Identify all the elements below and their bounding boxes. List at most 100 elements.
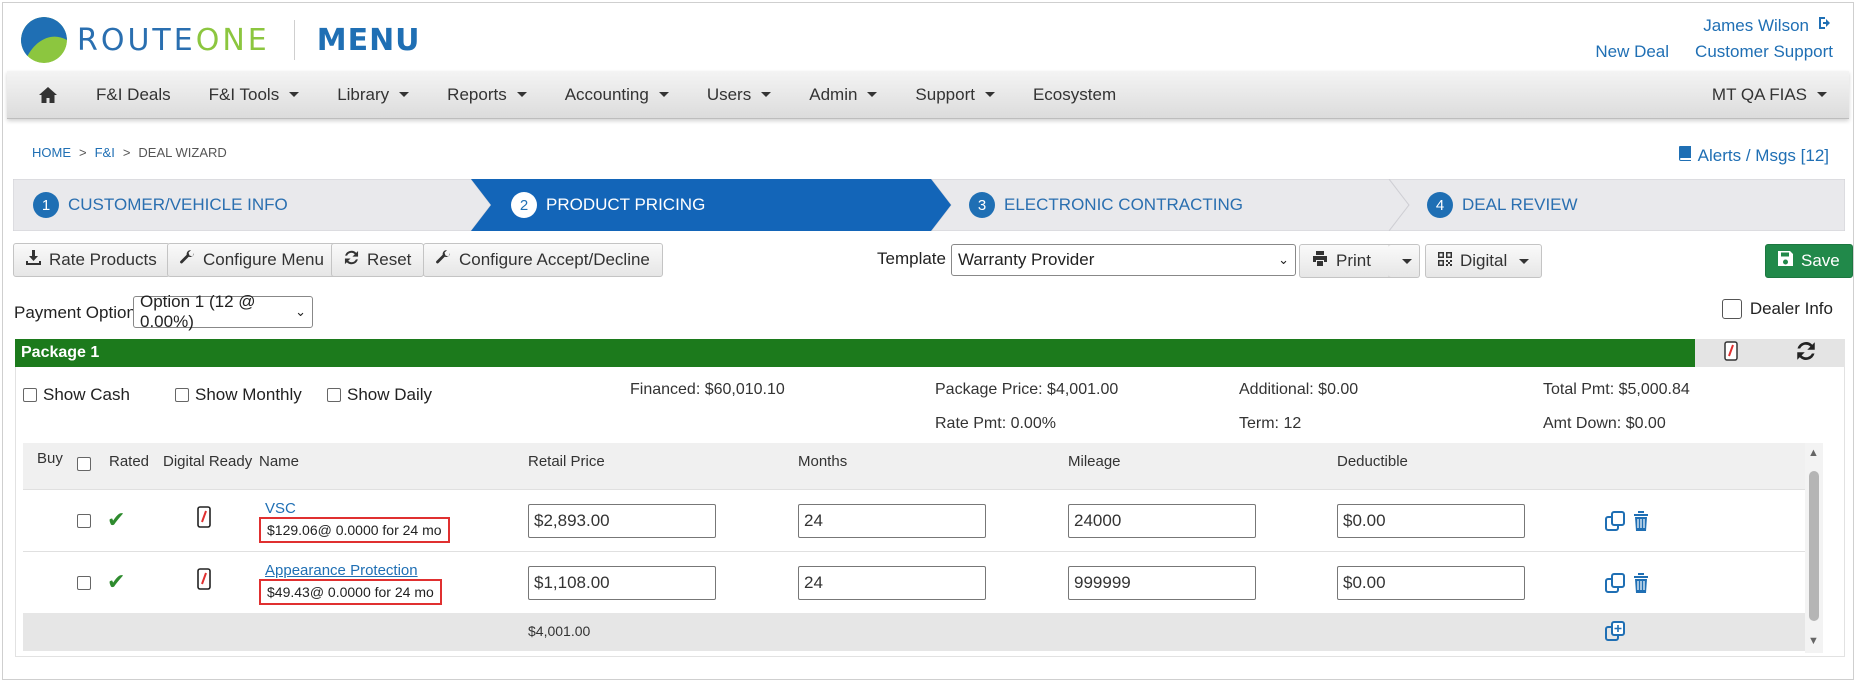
wizard-step-electronic-contracting[interactable]: 3 ELECTRONIC CONTRACTING: [969, 179, 1243, 231]
book-icon: [1678, 146, 1692, 166]
deductible-input[interactable]: $0.00: [1337, 566, 1525, 600]
save-button[interactable]: Save: [1765, 244, 1853, 278]
nav-fi-tools[interactable]: F&I Tools: [190, 85, 319, 105]
dealer-info-toggle[interactable]: Dealer Info: [1721, 299, 1833, 319]
nav-users[interactable]: Users: [688, 85, 790, 105]
dealer-info-checkbox[interactable]: [1721, 299, 1742, 319]
phone-icon: [197, 568, 211, 595]
configure-menu-label: Configure Menu: [203, 250, 324, 269]
show-daily-toggle[interactable]: Show Daily: [327, 385, 432, 405]
customer-support-link[interactable]: Customer Support: [1695, 42, 1833, 62]
nav-ecosystem[interactable]: Ecosystem: [1014, 85, 1135, 105]
print-dropdown-toggle[interactable]: [1388, 244, 1420, 278]
refresh-icon[interactable]: [1796, 341, 1816, 366]
table-row: ✔ VSC $129.06@ 0.0000 for 24 mo $2,893.0…: [23, 489, 1823, 551]
payment-option-select[interactable]: Option 1 (12 @ 0.00%) ⌄: [133, 292, 313, 331]
select-all-checkbox[interactable]: [77, 457, 91, 471]
nav-fi-tools-label: F&I Tools: [208, 84, 280, 104]
nav-ecosystem-label: Ecosystem: [1032, 84, 1117, 104]
col-months: Months: [798, 453, 848, 470]
app-frame: ROUTEONE MENU James Wilson New Deal Cust…: [2, 2, 1854, 680]
refresh-icon: [344, 250, 359, 270]
add-copy-icon[interactable]: [1605, 621, 1627, 646]
rate-products-button[interactable]: Rate Products: [13, 243, 170, 277]
payment-option-value: Option 1 (12 @ 0.00%): [140, 292, 256, 331]
copy-icon[interactable]: [1605, 573, 1625, 598]
mileage-input[interactable]: 999999: [1068, 566, 1256, 600]
wizard-step-product-pricing[interactable]: 2 PRODUCT PRICING: [511, 179, 705, 231]
step-number: 1: [33, 192, 59, 218]
wizard-step-deal-review[interactable]: 4 DEAL REVIEW: [1427, 179, 1578, 231]
product-name-link[interactable]: Appearance Protection: [265, 562, 442, 579]
digital-button[interactable]: Digital: [1425, 244, 1543, 278]
scrollbar-thumb[interactable]: [1809, 471, 1819, 621]
nav-library[interactable]: Library: [318, 85, 428, 105]
trash-icon[interactable]: [1633, 511, 1649, 536]
step-number: 3: [969, 192, 995, 218]
payment-option-label: Payment Option: [14, 303, 136, 322]
nav-admin[interactable]: Admin: [790, 85, 896, 105]
copy-icon[interactable]: [1605, 511, 1625, 536]
show-cash-toggle[interactable]: Show Cash: [23, 385, 130, 405]
show-monthly-toggle[interactable]: Show Monthly: [175, 385, 302, 405]
show-cash-checkbox[interactable]: [23, 388, 37, 402]
col-retail-price: Retail Price: [528, 453, 605, 470]
logout-icon[interactable]: [1817, 15, 1833, 36]
nav-fi-deals[interactable]: F&I Deals: [77, 85, 190, 105]
product-name-link[interactable]: VSC: [265, 500, 450, 517]
step-number: 4: [1427, 192, 1453, 218]
breadcrumb-fi[interactable]: F&I: [95, 145, 115, 160]
show-monthly-checkbox[interactable]: [175, 388, 189, 402]
package-header: Package 1: [15, 339, 1845, 367]
mileage-input[interactable]: 24000: [1068, 504, 1256, 538]
phone-edit-icon[interactable]: [1724, 340, 1738, 366]
alerts-link[interactable]: Alerts / Msgs [12]: [1678, 146, 1829, 166]
template-label: Template: [877, 249, 946, 268]
wizard-step-customer-vehicle[interactable]: 1 CUSTOMER/VEHICLE INFO: [33, 179, 288, 231]
deal-wizard: 1 CUSTOMER/VEHICLE INFO 2 PRODUCT PRICIN…: [13, 179, 1845, 231]
logo-route-text: ROUTE: [77, 22, 196, 58]
routeone-logo-mark: [21, 17, 67, 63]
nav-accounting[interactable]: Accounting: [546, 85, 688, 105]
logo-wordmark: ROUTEONE: [77, 23, 270, 58]
caret-down-icon: [867, 92, 878, 97]
scroll-down-icon[interactable]: ▼: [1808, 635, 1819, 647]
reset-button[interactable]: Reset: [331, 243, 425, 277]
home-icon[interactable]: [7, 86, 77, 103]
trash-icon[interactable]: [1633, 573, 1649, 598]
wrench-icon: [436, 250, 451, 270]
retail-price-input[interactable]: $1,108.00: [528, 566, 716, 600]
months-input[interactable]: 24: [798, 566, 986, 600]
buy-checkbox[interactable]: [77, 514, 91, 528]
breadcrumb-home[interactable]: HOME: [32, 145, 71, 160]
configure-accept-decline-button[interactable]: Configure Accept/Decline: [423, 243, 663, 277]
amt-down: Amt Down: $0.00: [1543, 415, 1666, 432]
package-tools: [1695, 339, 1845, 367]
nav-reports[interactable]: Reports: [428, 85, 546, 105]
user-name[interactable]: James Wilson: [1703, 16, 1809, 36]
user-menu[interactable]: James Wilson: [1595, 15, 1833, 36]
show-daily-checkbox[interactable]: [327, 388, 341, 402]
caret-down-icon: [1519, 258, 1530, 264]
step-number: 2: [511, 192, 537, 218]
package-price: Package Price: $4,001.00: [935, 381, 1119, 398]
print-label: Print: [1336, 251, 1371, 270]
nav-account-menu[interactable]: MT QA FIAS: [1693, 85, 1849, 105]
rate-products-label: Rate Products: [49, 250, 157, 269]
deductible-input[interactable]: $0.00: [1337, 504, 1525, 538]
caret-down-icon: [1402, 258, 1412, 264]
caret-down-icon: [984, 92, 995, 97]
breadcrumb: HOME > F&I > DEAL WIZARD: [32, 145, 227, 160]
table-scrollbar[interactable]: ▲ ▼: [1805, 443, 1823, 653]
nav-support[interactable]: Support: [896, 85, 1014, 105]
new-deal-link[interactable]: New Deal: [1595, 42, 1669, 62]
buy-checkbox[interactable]: [77, 576, 91, 590]
routeone-logo[interactable]: ROUTEONE MENU: [21, 17, 421, 63]
col-digital-ready: Digital Ready: [163, 453, 253, 470]
configure-menu-button[interactable]: Configure Menu: [167, 243, 337, 277]
retail-price-input[interactable]: $2,893.00: [528, 504, 716, 538]
template-select[interactable]: Warranty Provider ⌄: [951, 244, 1296, 276]
months-input[interactable]: 24: [798, 504, 986, 538]
scroll-up-icon[interactable]: ▲: [1808, 447, 1819, 459]
show-daily-label: Show Daily: [347, 385, 433, 404]
